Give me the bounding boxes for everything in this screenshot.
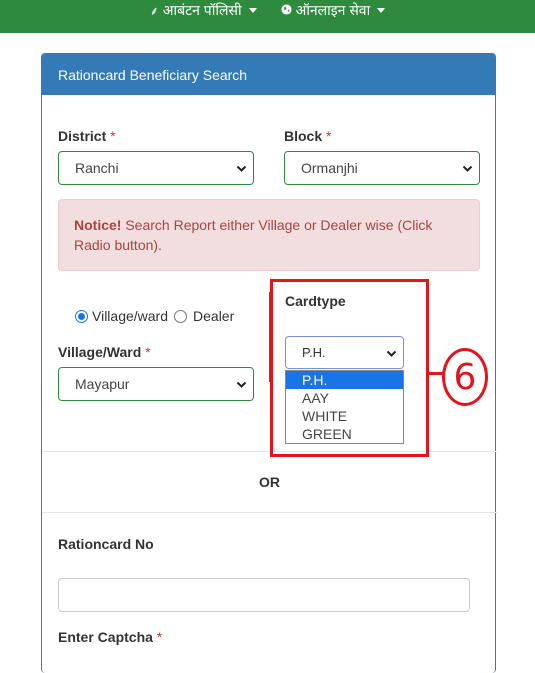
notice-strong: Notice! [74, 217, 122, 233]
block-value: Ormanjhi [301, 160, 358, 176]
village-radio[interactable] [75, 309, 88, 323]
nav-online-services[interactable]: ऑनलाइन सेवा [281, 1, 386, 20]
rationcard-no-label: Rationcard No [58, 536, 154, 552]
nav-allocation-policy-label: आबंटन पॉलिसी [162, 2, 242, 18]
wheat-icon: ⸙ [149, 4, 159, 18]
caret-down-icon [248, 8, 257, 13]
search-mode-radios: Village/ward Dealer [75, 308, 234, 324]
chevron-down-icon [236, 165, 247, 172]
district-label: District * [58, 128, 116, 144]
notice-text: Search Report either Village or Dealer w… [74, 217, 433, 253]
village-value: Mayapur [75, 376, 130, 392]
panel-title: Rationcard Beneficiary Search [42, 54, 495, 95]
block-label: Block * [284, 128, 332, 144]
village-select[interactable]: Mayapur [58, 367, 254, 401]
captcha-label: Enter Captcha * [58, 629, 163, 645]
village-label: Village/Ward * [58, 344, 151, 360]
caret-down-icon [377, 8, 386, 13]
block-select[interactable]: Ormanjhi [284, 151, 480, 185]
top-nav-bar: ⸙ आबंटन पॉलिसी ऑनलाइन सेवा [0, 0, 535, 33]
annotation-highlight-box [270, 279, 429, 457]
annotation-step-number: 6 [442, 348, 488, 406]
dealer-radio[interactable] [174, 309, 188, 323]
district-select[interactable]: Ranchi [58, 151, 254, 185]
chevron-down-icon [462, 165, 473, 172]
dealer-radio-label[interactable]: Dealer [193, 308, 234, 324]
globe-icon [281, 3, 292, 18]
nav-allocation-policy[interactable]: ⸙ आबंटन पॉलिसी [150, 1, 257, 20]
nav-online-services-label: ऑनलाइन सेवा [295, 2, 371, 18]
chevron-down-icon [236, 381, 247, 388]
divider [42, 512, 497, 513]
district-value: Ranchi [75, 160, 119, 176]
rationcard-no-input[interactable] [58, 578, 470, 612]
or-separator: OR [259, 474, 280, 490]
village-radio-label[interactable]: Village/ward [92, 308, 168, 324]
notice-alert: Notice! Search Report either Village or … [58, 199, 480, 271]
